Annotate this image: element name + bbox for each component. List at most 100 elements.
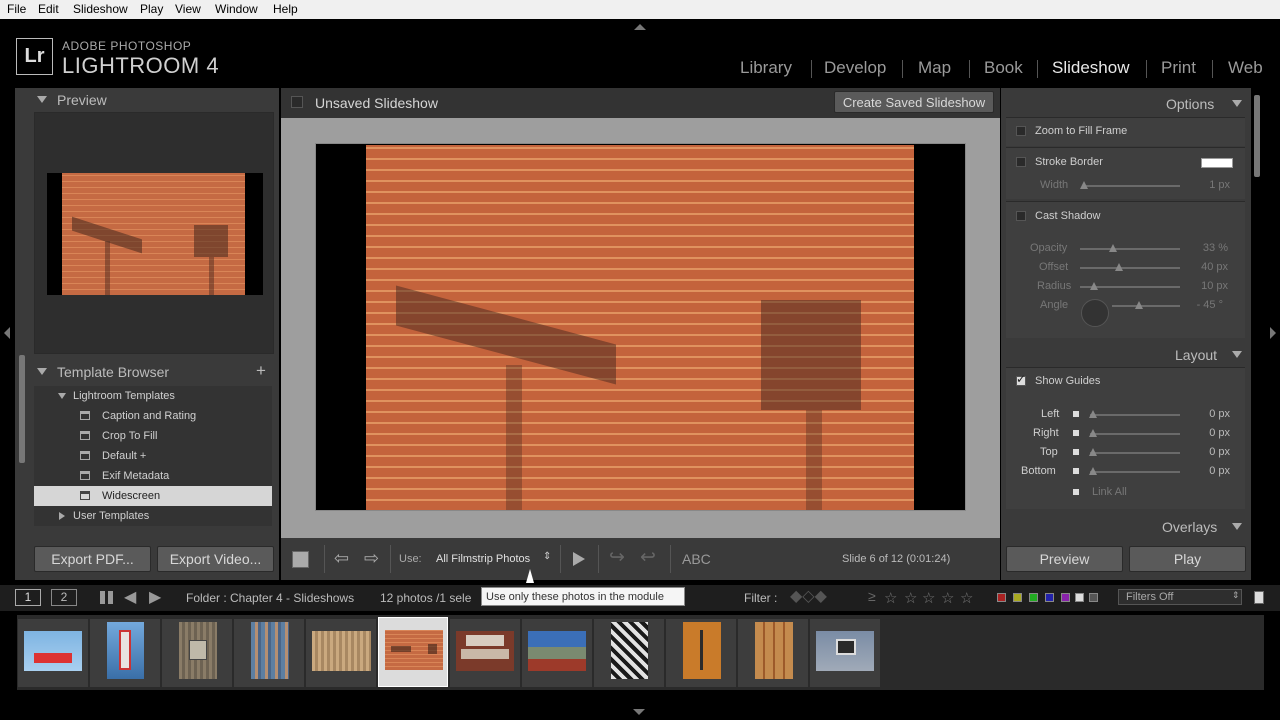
preview-play-icon[interactable]	[573, 552, 585, 566]
red-label-icon[interactable]	[997, 593, 1006, 602]
template-item[interactable]: Caption and Rating	[34, 406, 272, 426]
offset-slider-knob[interactable]	[1115, 263, 1123, 271]
margin-top-slider[interactable]	[1090, 452, 1180, 454]
purple-label-icon[interactable]	[1061, 593, 1070, 602]
next-slide-icon[interactable]: ⇨	[364, 548, 379, 569]
add-text-button[interactable]: ABC	[682, 551, 711, 567]
star-icon[interactable]: ☆	[960, 589, 973, 607]
margin-bottom-knob[interactable]	[1089, 467, 1097, 475]
collapse-template-browser-icon[interactable]	[37, 368, 47, 375]
rotate-right-icon[interactable]: ↩	[640, 546, 656, 569]
menu-play[interactable]: Play	[140, 2, 163, 16]
module-web[interactable]: Web	[1228, 58, 1263, 78]
source-path[interactable]: Folder : Chapter 4 - Slideshows	[186, 591, 354, 605]
expand-user-templates-icon[interactable]	[59, 512, 65, 520]
filmstrip-thumbnail[interactable]	[162, 619, 232, 687]
module-book[interactable]: Book	[984, 58, 1023, 78]
opacity-slider-knob[interactable]	[1109, 244, 1117, 252]
opacity-slider[interactable]	[1080, 248, 1180, 250]
stroke-color-swatch[interactable]	[1201, 158, 1233, 168]
template-item[interactable]: Exif Metadata	[34, 466, 272, 486]
menu-window[interactable]: Window	[215, 2, 258, 16]
collapse-overlays-icon[interactable]	[1232, 523, 1242, 530]
filmstrip-thumbnail[interactable]	[594, 619, 664, 687]
use-select-arrow-icon[interactable]: ⇕	[543, 551, 551, 562]
margin-bottom-link[interactable]	[1073, 468, 1079, 474]
rotate-left-icon[interactable]: ↪	[609, 546, 625, 569]
slideshow-checkbox[interactable]	[291, 96, 303, 108]
template-item[interactable]: Default +	[34, 446, 272, 466]
menu-help[interactable]: Help	[273, 2, 298, 16]
flag-filters-icon[interactable]: ◆◇◆	[790, 586, 827, 606]
template-item-selected[interactable]: Widescreen	[34, 486, 272, 506]
add-template-icon[interactable]: +	[256, 361, 266, 381]
menu-file[interactable]: File	[7, 2, 26, 16]
filter-preset-select[interactable]: Filters Off	[1118, 589, 1242, 605]
custom-label-icon[interactable]	[1075, 593, 1084, 602]
angle-slider[interactable]	[1112, 305, 1180, 307]
filmstrip-thumbnail[interactable]	[522, 619, 592, 687]
star-icon[interactable]: ☆	[884, 589, 897, 607]
filmstrip-thumbnail[interactable]	[666, 619, 736, 687]
filmstrip-thumbnail[interactable]	[18, 619, 88, 687]
offset-slider[interactable]	[1080, 267, 1180, 269]
grid-view-icon[interactable]	[100, 591, 113, 604]
collapse-left-icon[interactable]	[4, 327, 10, 339]
margin-left-slider[interactable]	[1090, 414, 1180, 416]
module-print[interactable]: Print	[1161, 58, 1196, 78]
margin-right-knob[interactable]	[1089, 429, 1097, 437]
right-scrollbar[interactable]	[1254, 95, 1260, 177]
yellow-label-icon[interactable]	[1013, 593, 1022, 602]
margin-top-link[interactable]	[1073, 449, 1079, 455]
collapse-preview-icon[interactable]	[37, 96, 47, 103]
filmstrip-thumbnail[interactable]	[234, 619, 304, 687]
module-slideshow[interactable]: Slideshow	[1052, 58, 1130, 78]
angle-slider-knob[interactable]	[1135, 301, 1143, 309]
menu-view[interactable]: View	[175, 2, 201, 16]
collapse-right-icon[interactable]	[1270, 327, 1276, 339]
play-button[interactable]: Play	[1129, 546, 1246, 572]
margin-top-knob[interactable]	[1089, 448, 1097, 456]
create-saved-slideshow-button[interactable]: Create Saved Slideshow	[834, 91, 994, 113]
link-all-checkbox[interactable]	[1073, 489, 1079, 495]
back-arrow-icon[interactable]: ◀	[124, 587, 136, 607]
use-select[interactable]: All Filmstrip Photos	[436, 553, 530, 565]
collapse-bottom-icon[interactable]	[633, 709, 645, 715]
module-develop[interactable]: Develop	[824, 58, 886, 78]
margin-left-knob[interactable]	[1089, 410, 1097, 418]
margin-left-link[interactable]	[1073, 411, 1079, 417]
collapse-layout-icon[interactable]	[1232, 351, 1242, 358]
expand-lightroom-templates-icon[interactable]	[58, 393, 66, 399]
width-slider-knob[interactable]	[1080, 181, 1088, 189]
star-icon[interactable]: ☆	[941, 589, 954, 607]
cast-shadow-checkbox[interactable]	[1016, 211, 1026, 221]
forward-arrow-icon[interactable]: ▶	[149, 587, 161, 607]
user-templates-folder[interactable]: User Templates	[73, 510, 149, 522]
star-icon[interactable]: ☆	[904, 589, 917, 607]
secondary-window-button[interactable]: 2	[51, 589, 77, 606]
export-video-button[interactable]: Export Video...	[157, 546, 274, 572]
export-pdf-button[interactable]: Export PDF...	[34, 546, 151, 572]
main-window-button[interactable]: 1	[15, 589, 41, 606]
module-map[interactable]: Map	[918, 58, 951, 78]
preview-button[interactable]: Preview	[1006, 546, 1123, 572]
margin-right-slider[interactable]	[1090, 433, 1180, 435]
module-library[interactable]: Library	[740, 58, 792, 78]
collapse-top-icon[interactable]	[634, 24, 646, 30]
green-label-icon[interactable]	[1029, 593, 1038, 602]
filmstrip-thumbnail[interactable]	[450, 619, 520, 687]
angle-dial[interactable]	[1081, 299, 1109, 327]
menu-slideshow[interactable]: Slideshow	[73, 2, 128, 16]
filmstrip-thumbnail[interactable]	[90, 619, 160, 687]
stop-icon[interactable]	[292, 551, 309, 568]
rating-operator-icon[interactable]: ≥	[868, 588, 876, 604]
margin-right-link[interactable]	[1073, 430, 1079, 436]
margin-bottom-slider[interactable]	[1090, 471, 1180, 473]
stroke-border-checkbox[interactable]	[1016, 157, 1026, 167]
lightroom-templates-folder[interactable]: Lightroom Templates	[73, 390, 175, 402]
filmstrip-thumbnail[interactable]	[810, 619, 880, 687]
zoom-to-fill-checkbox[interactable]	[1016, 126, 1026, 136]
template-item[interactable]: Crop To Fill	[34, 426, 272, 446]
previous-slide-icon[interactable]: ⇦	[334, 548, 349, 569]
filmstrip-thumbnail[interactable]	[306, 619, 376, 687]
